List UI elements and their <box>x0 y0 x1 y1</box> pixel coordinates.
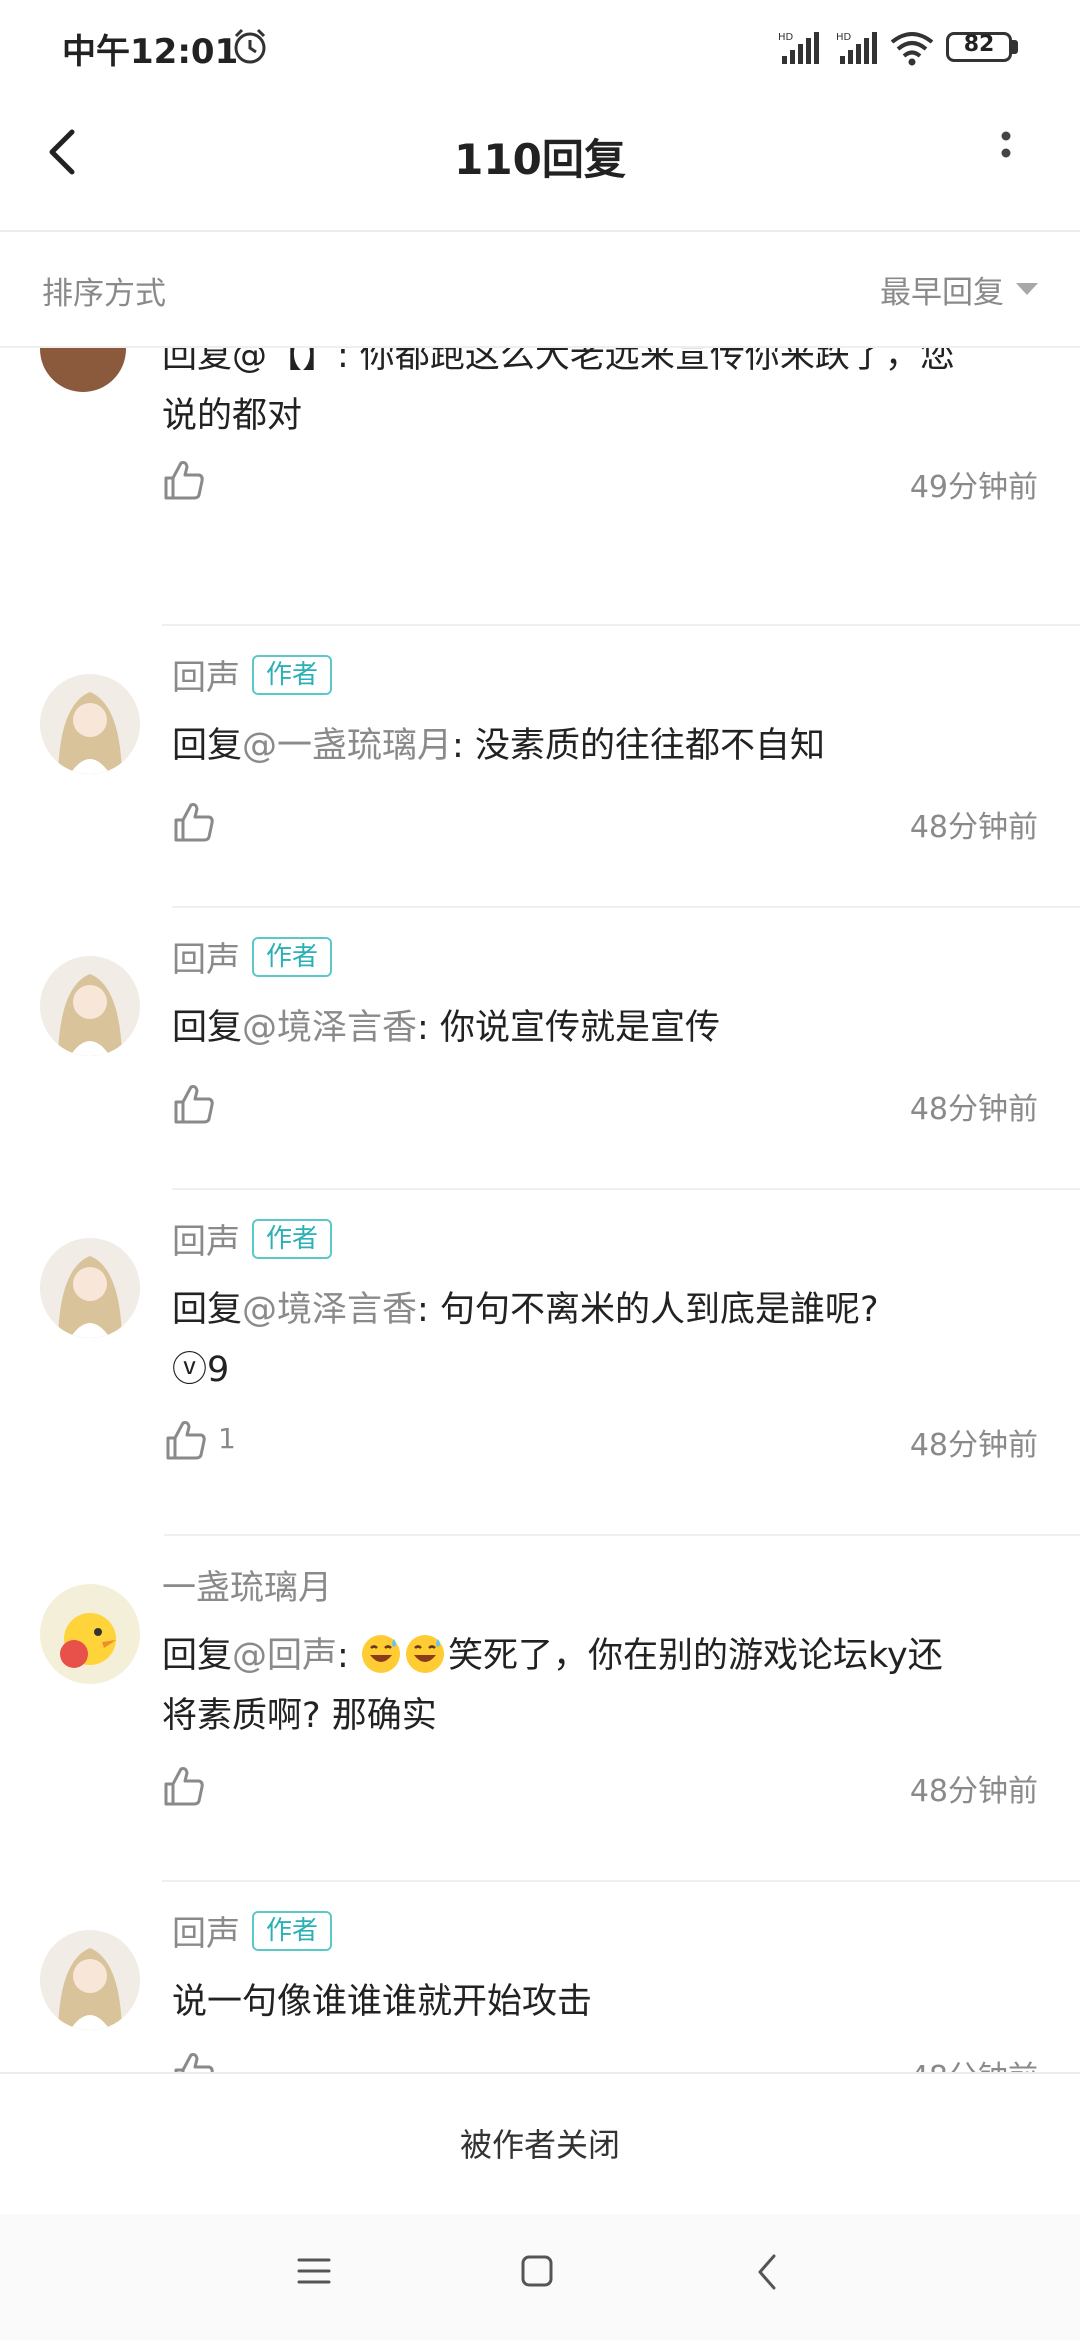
reply-time: 49分钟前 <box>909 470 1038 505</box>
author-badge: 作者 <box>252 654 333 695</box>
status-bar: 中午12:01 HD HD 82 <box>0 0 1080 96</box>
reply-text: 回复@【】: 你都跑这么大老远来宣传你来跌了，您 说的都对 <box>162 346 955 436</box>
battery-icon: 82 <box>946 32 1012 62</box>
recent-apps-button[interactable] <box>296 2254 332 2288</box>
status-time: 中午12:01 <box>62 32 239 72</box>
reply-item: 回声 作者 回复@境泽言香: 句句不离米的人到底是誰呢? ⓥ9 1 48分钟前 <box>0 1190 1080 1536</box>
mention-link[interactable]: @境泽言香 <box>242 1008 417 1048</box>
like-button[interactable] <box>162 1764 206 1808</box>
author-badge: 作者 <box>252 1218 333 1259</box>
sweat-smile-emoji-icon <box>361 1635 400 1673</box>
like-button[interactable] <box>164 1418 208 1462</box>
svg-text:HD: HD <box>836 32 852 43</box>
page-title: 110回复 <box>454 135 626 184</box>
svg-text:HD: HD <box>778 32 794 43</box>
caret-down-icon <box>1016 283 1038 295</box>
author-badge: 作者 <box>252 1910 333 1951</box>
reply-time: 48分钟前 <box>909 1092 1038 1127</box>
reply-text: 说一句像谁谁谁就开始攻击 <box>172 1982 593 2022</box>
reply-header: 回声 作者 <box>172 932 333 981</box>
reply-text: 回复@境泽言香: 你说宣传就是宣传 <box>172 1008 720 1048</box>
avatar[interactable] <box>40 1238 140 1338</box>
system-nav-bar <box>0 2214 1080 2340</box>
reply-text-line2: 将素质啊? 那确实 <box>162 1696 437 1736</box>
reply-text: 回复@一盏琉璃月: 没素质的往往都不自知 <box>172 726 825 766</box>
signal-hd-icon: HD <box>836 32 877 64</box>
reply-header: 回声 作者 <box>172 1906 333 1955</box>
reply-item: 回声 作者 回复@境泽言香: 你说宣传就是宣传 48分钟前 <box>0 908 1080 1190</box>
alarm-icon <box>234 28 266 64</box>
sort-label: 排序方式 <box>42 276 166 312</box>
username[interactable]: 一盏琉璃月 <box>162 1560 332 1609</box>
reply-item: 回声 作者 说一句像谁谁谁就开始攻击 48分钟前 <box>0 1882 1080 2072</box>
avatar[interactable] <box>40 1930 140 2030</box>
avatar[interactable] <box>40 956 140 1056</box>
reply-time: 48分钟前 <box>909 1774 1038 1809</box>
username[interactable]: 回声 <box>172 932 240 981</box>
author-badge: 作者 <box>252 936 333 977</box>
reply-text: 回复@境泽言香: 句句不离米的人到底是誰呢? ⓥ9 <box>172 1290 879 1390</box>
signal-hd-icon: HD <box>778 32 819 64</box>
sweat-smile-emoji-icon <box>405 1635 444 1673</box>
avatar[interactable] <box>40 1584 140 1684</box>
like-button[interactable] <box>162 458 206 502</box>
like-button[interactable] <box>172 1082 216 1126</box>
reply-time: 48分钟前 <box>910 2052 1038 2072</box>
reply-item: 回声 作者 回复@一盏琉璃月: 没素质的往往都不自知 48分钟前 <box>0 626 1080 908</box>
sort-dropdown[interactable]: 最早回复 <box>880 264 1038 314</box>
reply-text-line2: ⓥ9 <box>172 1350 230 1390</box>
mention-link[interactable]: @境泽言香 <box>242 1290 417 1330</box>
reply-header: 回声 作者 <box>172 1214 333 1263</box>
username[interactable]: 回声 <box>172 1214 240 1263</box>
avatar[interactable] <box>40 674 140 774</box>
reply-closed-bar: 被作者关闭 <box>0 2072 1080 2216</box>
avatar[interactable] <box>40 346 126 392</box>
reply-item: 一盏琉璃月 回复@回声: 笑死了，你在别的游戏论坛ky还 将素质啊? 那确实 4… <box>0 1536 1080 1882</box>
username[interactable]: 回声 <box>172 650 240 699</box>
battery-level: 82 <box>963 32 995 57</box>
reply-time: 48分钟前 <box>909 810 1038 845</box>
reply-header: 回声 作者 <box>172 650 333 699</box>
reply-item: 回复@【】: 你都跑这么大老远来宣传你来跌了，您 说的都对 49分钟前 <box>0 346 1080 626</box>
username[interactable]: 回声 <box>172 1906 240 1955</box>
like-button[interactable] <box>172 800 216 844</box>
reply-text: 回复@回声: 笑死了，你在别的游戏论坛ky还 将素质啊? 那确实 <box>162 1626 1032 1746</box>
like-count: 1 <box>218 1422 236 1455</box>
sort-bar: 排序方式 最早回复 <box>0 232 1080 348</box>
reply-list[interactable]: 回复@【】: 你都跑这么大老远来宣传你来跌了，您 说的都对 49分钟前 回声 作… <box>0 346 1080 2072</box>
sort-value: 最早回复 <box>880 274 1004 311</box>
nav-back-button[interactable] <box>752 2252 782 2292</box>
like-button[interactable] <box>172 2050 216 2072</box>
title-bar: 110回复 <box>0 96 1080 232</box>
battery-tip <box>1012 40 1018 54</box>
mention-link[interactable]: @一盏琉璃月 <box>242 726 452 766</box>
more-options-button[interactable] <box>990 126 1022 180</box>
home-button[interactable] <box>520 2254 554 2288</box>
reply-header: 一盏琉璃月 <box>162 1560 332 1609</box>
mention-link[interactable]: @回声 <box>232 1636 337 1676</box>
closed-notice: 被作者关闭 <box>459 2126 620 2164</box>
reply-time: 48分钟前 <box>909 1428 1038 1463</box>
wifi-icon <box>890 32 934 66</box>
